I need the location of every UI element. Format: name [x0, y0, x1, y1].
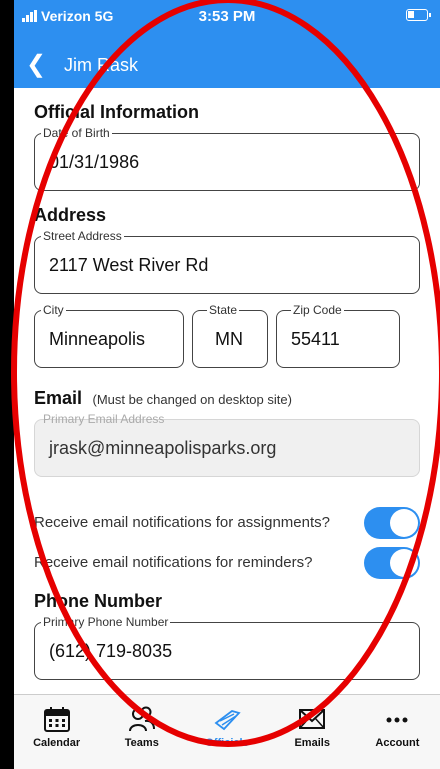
tab-officials[interactable]: Officials [184, 695, 269, 769]
status-bar: Verizon 5G 3:53 PM [14, 0, 440, 44]
zip-code-field[interactable]: Zip Code 55411 [276, 303, 400, 368]
calendar-icon [43, 707, 70, 732]
city-value: Minneapolis [49, 329, 146, 349]
tab-teams[interactable]: Teams [99, 695, 184, 769]
form-content: Official Information Date of Birth 01/31… [14, 88, 440, 694]
status-time: 3:53 PM [198, 8, 256, 25]
city-field[interactable]: City Minneapolis [34, 303, 184, 368]
teams-icon [128, 706, 155, 732]
state-value: MN [215, 329, 243, 349]
battery-icon [406, 9, 431, 21]
dob-field[interactable]: Date of Birth 01/31/1986 [34, 126, 420, 191]
whistle-icon [214, 710, 241, 731]
tab-calendar[interactable]: Calendar [14, 695, 99, 769]
phone-value: (612) 719-8035 [49, 641, 173, 661]
toggle-row-assignments: Receive email notifications for assignme… [34, 505, 420, 539]
email-value: jrask@minneapolisparks.org [49, 438, 277, 458]
tab-bar: Calendar Teams Officials Emails Account [14, 694, 440, 769]
dob-value: 01/31/1986 [49, 152, 140, 172]
assignments-toggle[interactable] [364, 507, 420, 539]
address-heading: Address [34, 205, 107, 225]
reminders-toggle[interactable] [364, 547, 420, 579]
tab-account[interactable]: Account [355, 695, 440, 769]
official-info-heading: Official Information [34, 102, 200, 122]
email-field: Primary Email Address jrask@minneapolisp… [34, 412, 420, 477]
phone-field[interactable]: Primary Phone Number (612) 719-8035 [34, 615, 420, 680]
street-address-value: 2117 West River Rd [49, 255, 209, 275]
state-field[interactable]: State MN [192, 303, 268, 368]
nav-bar: ❮ Jim Rask [14, 44, 440, 88]
street-address-field[interactable]: Street Address 2117 West River Rd [34, 229, 420, 294]
toggle-row-reminders: Receive email notifications for reminder… [34, 545, 420, 579]
zip-code-value: 55411 [291, 329, 340, 349]
email-heading: Email [34, 388, 83, 408]
page-title: Jim Rask [64, 55, 139, 75]
email-note: (Must be changed on desktop site) [92, 392, 292, 407]
tab-emails[interactable]: Emails [270, 695, 355, 769]
envelope-icon [299, 709, 326, 729]
more-icon [386, 717, 408, 723]
phone-heading: Phone Number [34, 591, 163, 611]
phone-screen: Verizon 5G 3:53 PM ❮ Jim Rask Official I… [14, 0, 440, 769]
chevron-left-icon[interactable]: ❮ [26, 52, 46, 78]
